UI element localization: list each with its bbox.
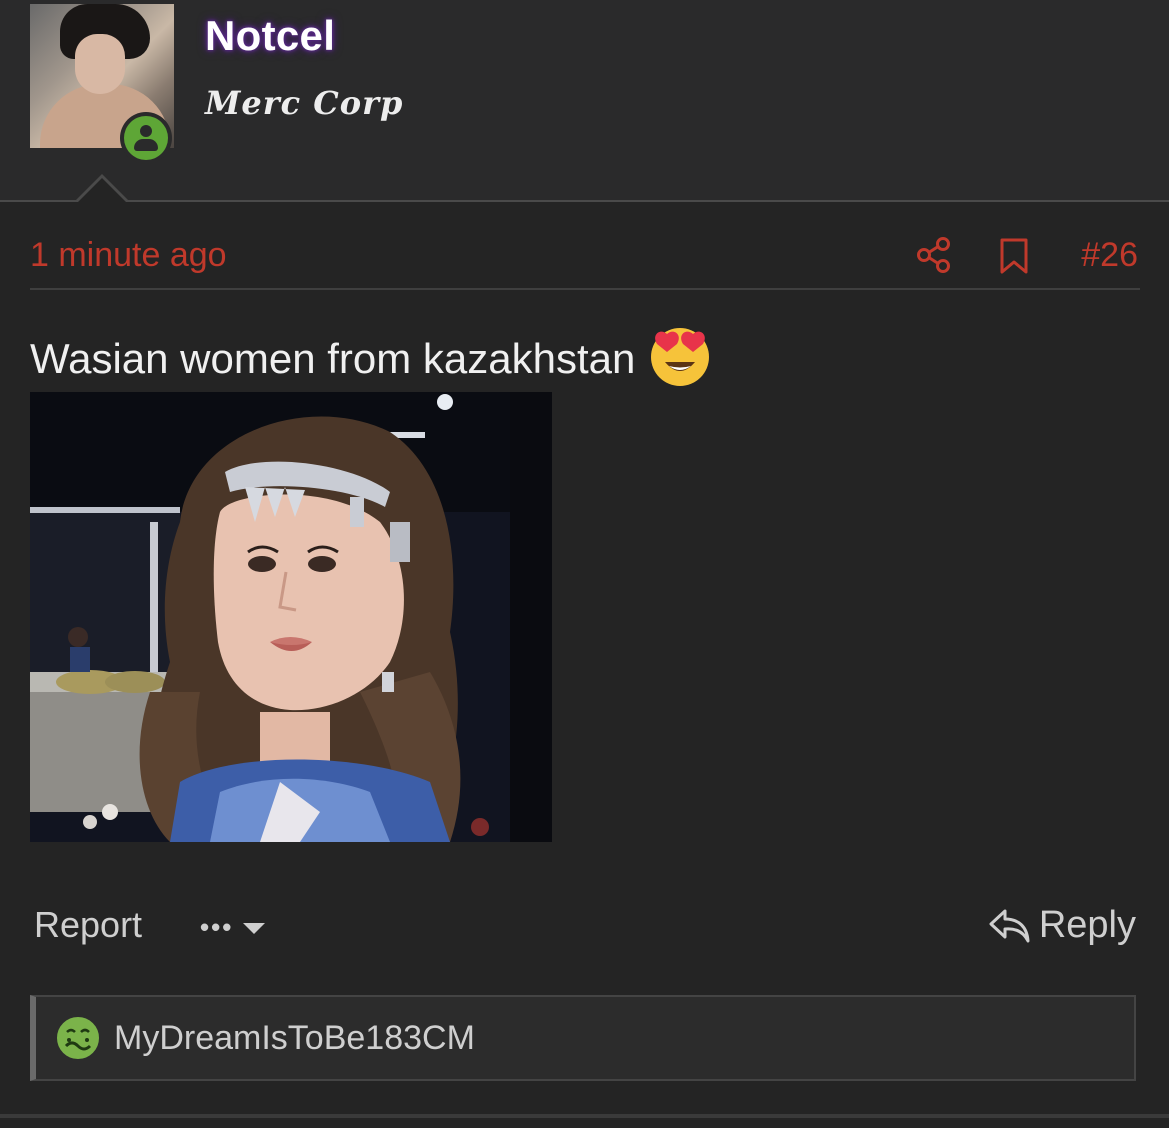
post-timestamp[interactable]: 1 minute ago (30, 236, 227, 275)
post-number-link[interactable]: #26 (1081, 236, 1138, 275)
online-status-icon (120, 112, 172, 164)
post-bottom-divider (0, 1114, 1169, 1118)
post-image[interactable] (30, 392, 552, 842)
post-body: Wasian women from kazakhstan (30, 328, 713, 388)
nauseated-face-icon (55, 1015, 101, 1061)
user-glyph-head (140, 125, 152, 137)
bookmark-icon[interactable] (998, 238, 1030, 274)
reactions-bar[interactable]: MyDreamIsToBe183CM (30, 995, 1136, 1081)
user-block-divider (0, 200, 1169, 202)
reactor-username[interactable]: MyDreamIsToBe183CM (114, 1019, 475, 1058)
heart-eyes-emoji-icon (651, 328, 710, 386)
reply-button[interactable]: Reply (987, 904, 1136, 947)
user-title: Merc Corp (205, 84, 404, 122)
chevron-down-icon (243, 922, 266, 934)
post-text: Wasian women from kazakhstan (30, 335, 636, 382)
avatar-face (75, 34, 125, 94)
username[interactable]: Notcel (205, 12, 335, 60)
post-user-block: Notcel Merc Corp (0, 0, 1169, 200)
reply-label: Reply (1038, 904, 1136, 946)
reply-arrow-icon (989, 909, 1030, 942)
user-glyph-shoulders (134, 139, 158, 151)
post-meta-row: 1 minute ago #26 (30, 232, 1140, 290)
thread-post-page: Notcel Merc Corp 1 minute ago #26 Wasian… (0, 0, 1169, 1128)
share-icon[interactable] (916, 236, 952, 274)
divider-arrow-fill (77, 178, 127, 203)
report-link[interactable]: Report (34, 904, 142, 946)
more-dots-icon: ••• (200, 912, 234, 942)
online-status-dot (124, 116, 168, 160)
more-options-menu[interactable]: ••• (200, 912, 267, 943)
